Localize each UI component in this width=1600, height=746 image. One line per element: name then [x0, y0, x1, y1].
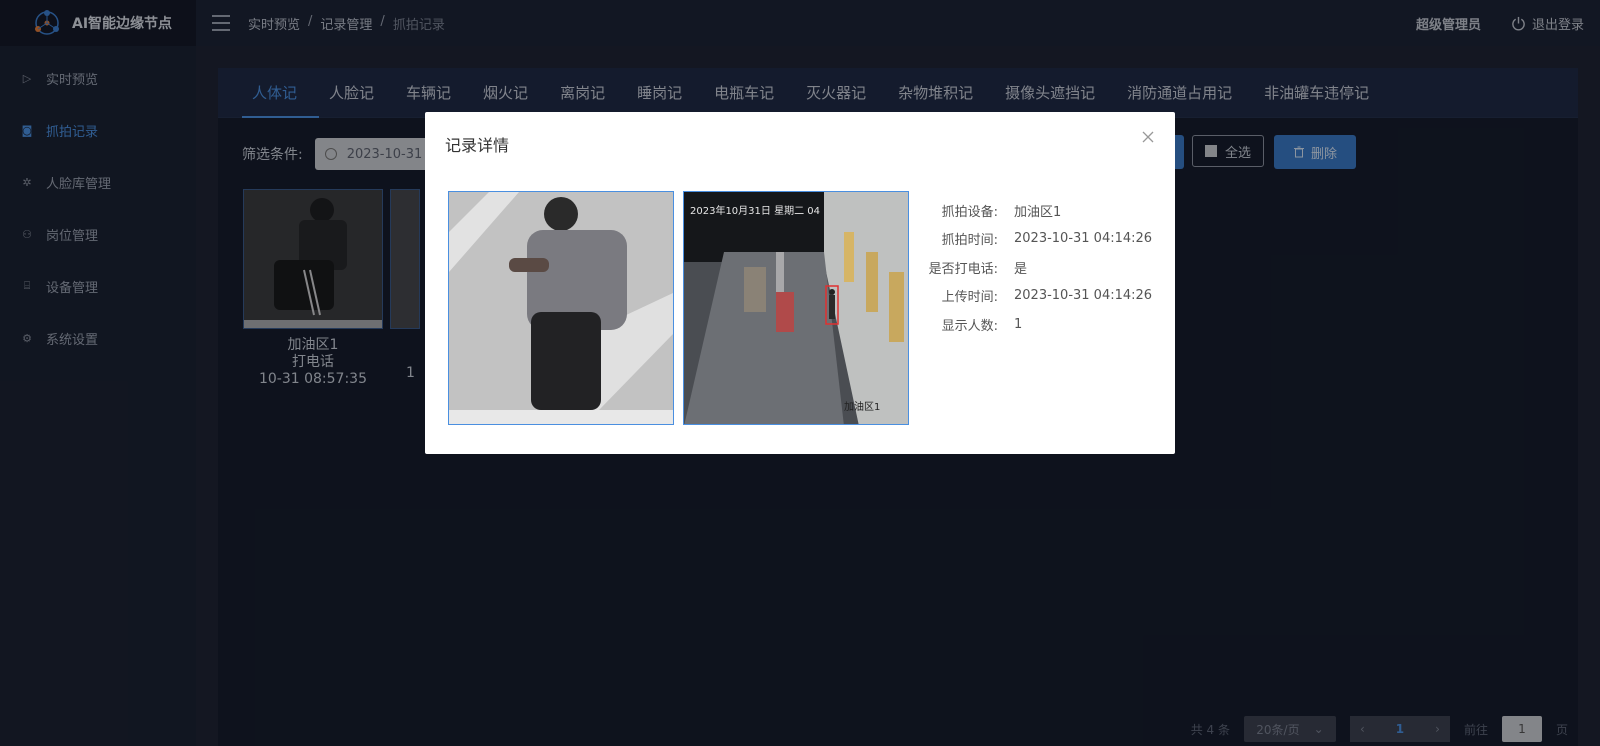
info-value: 1	[1014, 316, 1023, 332]
info-row-capture-time: 抓拍时间: 2023-10-31 04:14:26	[925, 225, 1152, 254]
person-crop-photo[interactable]	[448, 191, 674, 425]
close-icon[interactable]	[1141, 130, 1155, 144]
info-label: 显示人数:	[941, 318, 998, 334]
info-label: 是否打电话:	[928, 261, 998, 277]
dialog-title: 记录详情	[445, 136, 510, 155]
info-label: 上传时间:	[941, 290, 998, 306]
info-label: 抓拍时间:	[941, 233, 998, 249]
info-value: 2023-10-31 04:14:26	[1014, 231, 1153, 247]
video-timestamp: 2023年10月31日 星期二 04	[690, 204, 820, 217]
info-row-phone-call: 是否打电话: 是	[925, 253, 1152, 282]
info-label: 抓拍设备:	[941, 204, 998, 220]
info-value: 加油区1	[1014, 204, 1062, 220]
info-row-person-count: 显示人数: 1	[925, 310, 1152, 339]
info-value: 2023-10-31 04:14:26	[1014, 288, 1153, 304]
scene-photo[interactable]: 2023年10月31日 星期二 04 加油区1	[683, 191, 909, 425]
record-info: 抓拍设备: 加油区1 抓拍时间: 2023-10-31 04:14:26 是否打…	[925, 196, 1152, 339]
info-value: 是	[1014, 261, 1028, 277]
scene-image-icon: 2023年10月31日 星期二 04 加油区1	[684, 192, 908, 424]
record-detail-dialog: 记录详情 2023年10月31日 星期二 04 加油区1 抓拍设备: 加油区1 …	[425, 112, 1175, 454]
person-image-icon	[449, 192, 673, 424]
video-location-label: 加油区1	[844, 400, 880, 413]
info-row-device: 抓拍设备: 加油区1	[925, 196, 1152, 225]
info-row-upload-time: 上传时间: 2023-10-31 04:14:26	[925, 282, 1152, 311]
